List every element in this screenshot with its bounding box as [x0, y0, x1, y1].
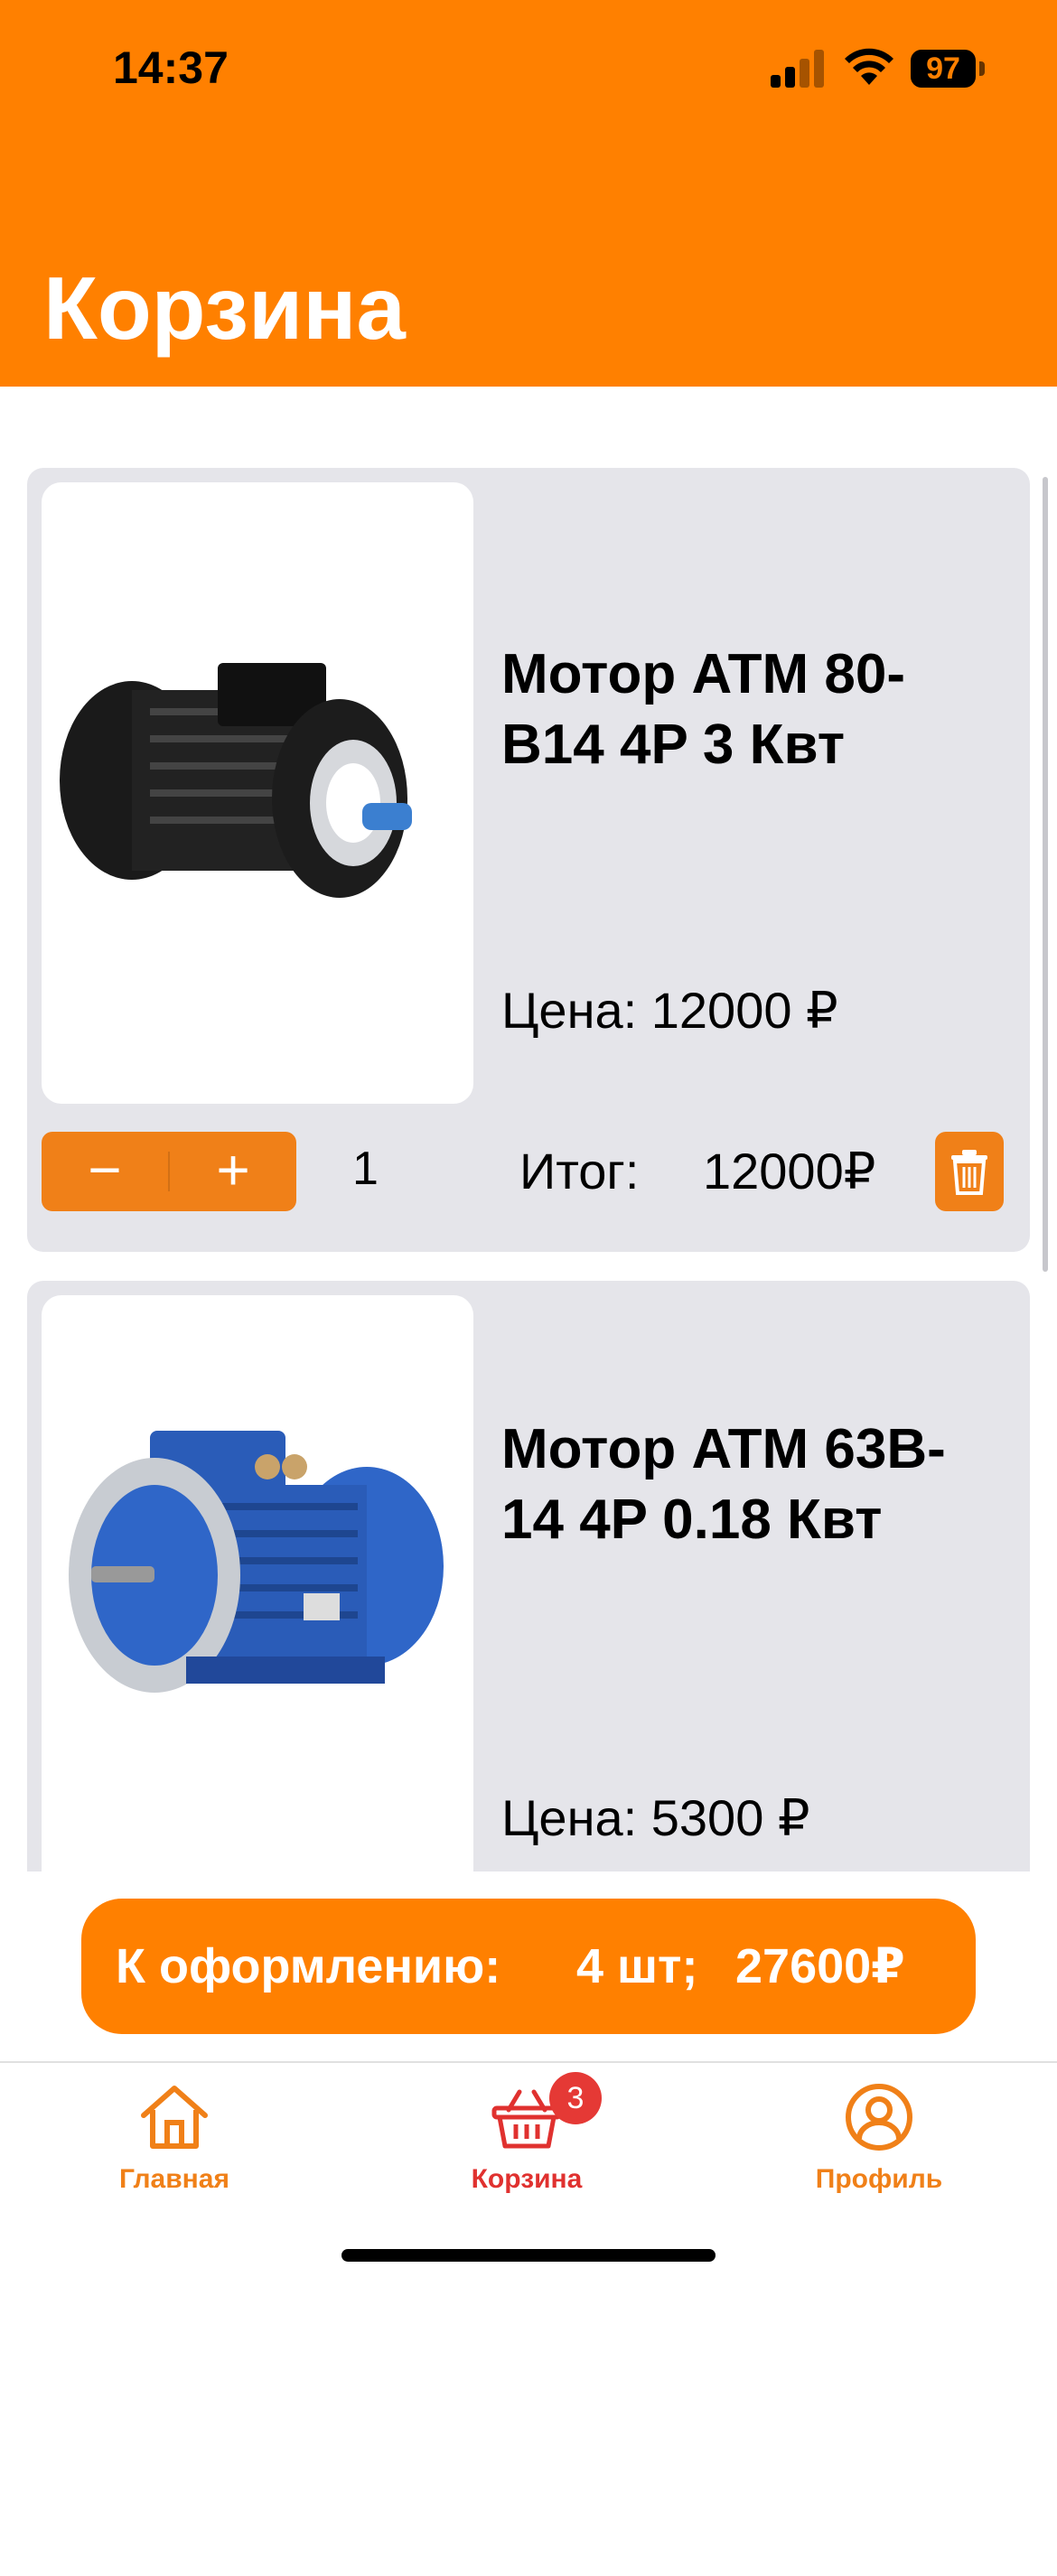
product-price: Цена: 12000 ₽: [501, 982, 838, 1039]
motor-blue-image: [69, 1431, 444, 1693]
tab-label: Главная: [118, 2164, 229, 2194]
status-time: 14:37: [113, 42, 229, 93]
motor-black-image: [60, 663, 412, 898]
home-icon: [141, 2086, 208, 2149]
checkout-button[interactable]: К оформлению: 4 шт; 27600₽: [81, 1899, 976, 2034]
tab-cart[interactable]: 3 Корзина: [391, 2063, 662, 2226]
cellular-signal-icon: [771, 50, 824, 88]
product-image: [42, 482, 473, 1104]
product-name: Мотор ATM 80-B14 4P 3 Квт: [501, 643, 906, 776]
product-name: Мотор ATM 63B-14 4P 0.18 Квт: [501, 1418, 946, 1551]
quantity-stepper: − +: [42, 1132, 296, 1211]
cart-badge: 3: [549, 2072, 602, 2124]
tab-home[interactable]: Главная: [39, 2063, 310, 2226]
cart-item-card: Мотор ATM 80-B14 4P 3 Квт Цена: 12000 ₽ …: [27, 468, 1030, 1252]
increase-button[interactable]: +: [170, 1132, 296, 1211]
total-value: 12000₽: [703, 1143, 876, 1199]
wifi-icon: [845, 48, 893, 85]
home-indicator: [341, 2249, 716, 2262]
trash-icon: [951, 1150, 987, 1195]
decrease-button[interactable]: −: [42, 1132, 168, 1211]
delete-button[interactable]: [935, 1132, 1004, 1211]
quantity-value: 1: [352, 1143, 379, 1195]
product-price: Цена: 5300 ₽: [501, 1789, 810, 1846]
tab-label: Профиль: [815, 2164, 943, 2194]
scrollbar[interactable]: [1043, 477, 1048, 1272]
battery-icon: 97: [911, 50, 976, 88]
tab-label: Корзина: [471, 2164, 583, 2194]
checkout-sum: 27600₽: [735, 1939, 905, 1993]
checkout-label: К оформлению:: [116, 1939, 501, 1993]
checkout-bar: К оформлению: 4 шт; 27600₽: [0, 1871, 1057, 2061]
profile-icon: [846, 2084, 912, 2151]
total-label: Итог:: [519, 1143, 640, 1199]
product-image: [42, 1295, 473, 1913]
tab-profile[interactable]: Профиль: [744, 2063, 1015, 2226]
header: 14:37 97 Корзина: [0, 0, 1057, 387]
battery-tip: [979, 61, 985, 76]
page-title: Корзина: [43, 258, 406, 358]
cart-item-card: Мотор ATM 63B-14 4P 0.18 Квт Цена: 5300 …: [27, 1281, 1030, 1913]
checkout-count: 4 шт;: [576, 1939, 698, 1993]
tab-bar: Главная 3 Корзина Профиль: [0, 2061, 1057, 2289]
